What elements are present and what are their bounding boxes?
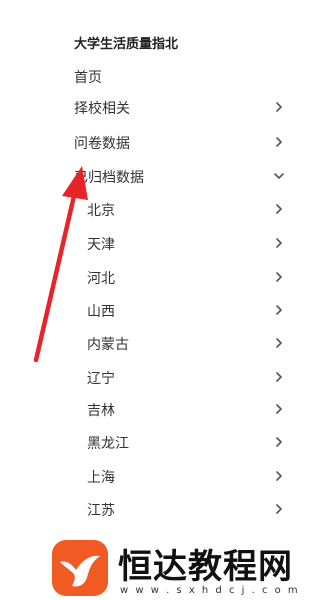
submenu-item-label: 江苏 [87,503,115,519]
chevron-right-icon [272,469,286,483]
submenu-item-label: 河北 [87,271,115,287]
menu-item-archived-data[interactable]: 已归档数据 [0,163,300,189]
chevron-right-icon [272,502,286,516]
submenu-item-liaoning[interactable]: 辽宁 [0,364,300,390]
menu-item-label: 问卷数据 [74,136,130,152]
chevron-right-icon [272,402,286,416]
submenu-item-heilongjiang[interactable]: 黑龙江 [0,429,300,455]
menu-item-label: 首页 [74,70,102,86]
submenu-item-label: 北京 [87,203,115,219]
chevron-right-icon [272,135,286,149]
submenu-item-jiangsu[interactable]: 江苏 [0,496,300,522]
chevron-right-icon [272,303,286,317]
chevron-right-icon [272,370,286,384]
submenu-item-label: 黑龙江 [87,436,129,452]
submenu-item-jilin[interactable]: 吉林 [0,396,300,422]
whale-tail-icon [52,540,108,596]
chevron-right-icon [272,336,286,350]
chevron-right-icon [272,435,286,449]
submenu-item-label: 内蒙古 [87,337,129,353]
chevron-right-icon [272,202,286,216]
submenu-item-label: 山西 [87,304,115,320]
submenu-item-inner-mongolia[interactable]: 内蒙古 [0,330,300,356]
chevron-right-icon [272,270,286,284]
submenu-item-shanghai[interactable]: 上海 [0,463,300,489]
watermark-site-name: 恒达教程网 [118,547,293,587]
submenu-item-label: 天津 [87,237,115,253]
menu-item-label: 择校相关 [74,101,130,117]
menu-item-school-selection[interactable]: 择校相关 [0,94,300,120]
submenu-item-label: 辽宁 [87,371,115,387]
menu-item-survey-data[interactable]: 问卷数据 [0,129,300,155]
submenu-item-hebei[interactable]: 河北 [0,264,300,290]
menu-item-label: 已归档数据 [74,170,144,186]
chevron-right-icon [272,100,286,114]
menu-item-home[interactable]: 首页 [0,63,300,89]
submenu-item-label: 上海 [87,470,115,486]
submenu-item-shanxi[interactable]: 山西 [0,297,300,323]
watermark-banner: 恒达教程网 w w w . s x h d c j . c o m [38,533,300,600]
watermark-site-url: w w w . s x h d c j . c o m [120,585,300,596]
site-title: 大学生活质量指北 [74,37,179,52]
submenu-item-label: 吉林 [87,403,115,419]
chevron-right-icon [272,236,286,250]
chevron-down-icon [272,169,286,183]
submenu-item-beijing[interactable]: 北京 [0,196,300,222]
submenu-item-tianjin[interactable]: 天津 [0,230,300,256]
